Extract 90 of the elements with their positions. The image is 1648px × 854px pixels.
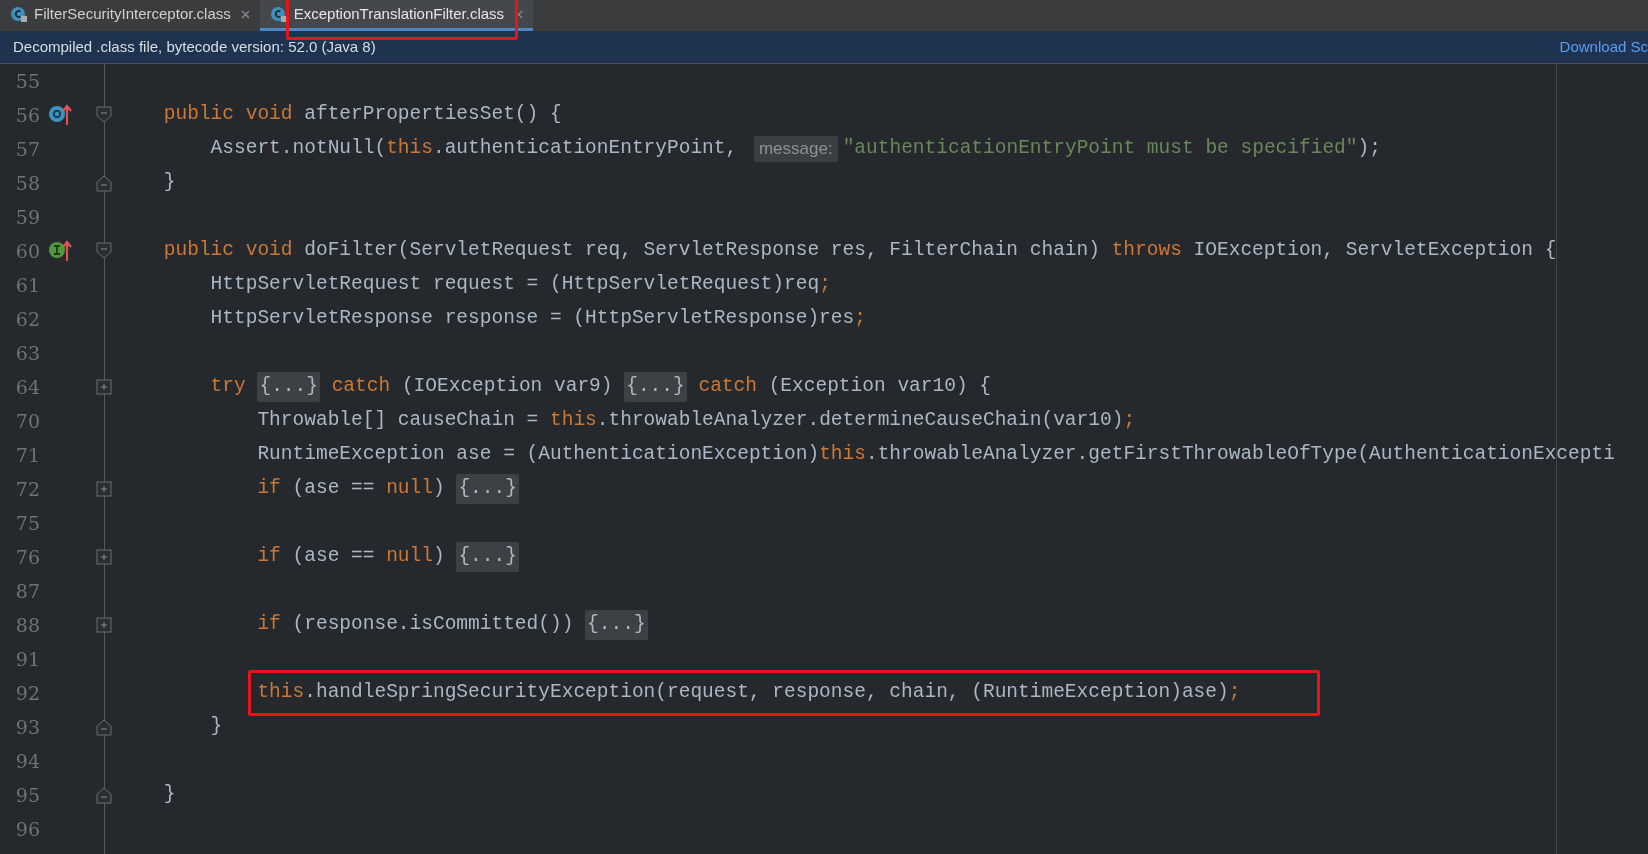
code-token: (response.isCommitted()): [292, 612, 575, 638]
line-number: 72: [14, 476, 40, 502]
folded-code[interactable]: {...}: [585, 610, 648, 640]
line-number: 95: [14, 782, 40, 808]
code-token: try: [209, 374, 247, 400]
code-token: (ase ==: [292, 476, 376, 502]
code-token: this: [256, 680, 305, 706]
code-token: catch: [330, 374, 392, 400]
close-icon[interactable]: [240, 9, 250, 19]
code-token: catch: [697, 374, 758, 400]
code-token: }: [162, 782, 176, 808]
parameter-hint: message:: [753, 136, 838, 162]
code-token: HttpServletResponse response = (HttpServletResponse)res: [209, 306, 855, 332]
code-token: }: [162, 170, 176, 196]
folded-code[interactable]: {...}: [624, 372, 687, 402]
fold-open-icon[interactable]: [96, 106, 112, 124]
download-link[interactable]: Download Sc: [1559, 35, 1648, 59]
code-token: );: [1357, 136, 1381, 162]
line-number: 96: [14, 816, 40, 842]
code-token: this: [819, 442, 866, 468]
code-token: ): [432, 544, 446, 570]
code-token: public void: [162, 238, 294, 264]
code-token: null: [386, 476, 433, 502]
line-number: 91: [14, 646, 40, 672]
line-number: 93: [14, 714, 40, 740]
line-number: 63: [14, 340, 40, 366]
editor-tab[interactable]: ExceptionTranslationFilter.class: [259, 0, 534, 31]
folded-code[interactable]: {...}: [257, 372, 320, 402]
fold-close-icon[interactable]: [96, 718, 112, 736]
expand-icon[interactable]: [96, 548, 112, 566]
code-token: .throwableAnalyzer.determineCauseChain(var10): [596, 408, 1124, 434]
code-token: IOException, ServletException {: [1193, 238, 1557, 264]
code-token: this: [550, 408, 597, 434]
code-token: .throwableAnalyzer.getFirstThrowableOfType(AuthenticationExcepti: [865, 442, 1615, 468]
line-number: 92: [14, 680, 40, 706]
line-number: 88: [14, 612, 40, 638]
class-file-icon: [10, 5, 28, 23]
code-token: ): [432, 476, 446, 502]
fold-close-icon[interactable]: [96, 786, 112, 804]
code-token: .authenticationEntryPoint,: [432, 136, 739, 162]
code-token: (ase ==: [292, 544, 376, 570]
line-number: 62: [14, 306, 40, 332]
implements-badge-icon[interactable]: [48, 239, 73, 263]
line-number: 59: [14, 204, 40, 230]
code-token: RuntimeException ase = (AuthenticationException): [256, 442, 820, 468]
line-number: 94: [14, 748, 40, 774]
code-token: "authenticationEntryPoint must be specified": [842, 136, 1358, 162]
line-number: 64: [14, 374, 40, 400]
line-number: 75: [14, 510, 40, 536]
fold-open-icon[interactable]: [96, 242, 112, 260]
code-token: }: [209, 714, 223, 740]
editor-tab[interactable]: FilterSecurityInterceptor.class: [0, 0, 260, 31]
code-token: Assert.notNull(: [209, 136, 387, 162]
expand-icon[interactable]: [96, 616, 112, 634]
line-number: 70: [14, 408, 40, 434]
code-token: ;: [1228, 680, 1241, 706]
code-token: if: [256, 544, 282, 570]
code-token: afterPropertiesSet() {: [304, 102, 562, 128]
code-token: doFilter(ServletRequest req, ServletResponse res, FilterChain chain): [304, 238, 1101, 264]
code-token: ;: [819, 272, 831, 298]
line-number: 57: [14, 136, 40, 162]
line-number: 61: [14, 272, 40, 298]
folded-code[interactable]: {...}: [456, 474, 519, 504]
code-token: if: [256, 476, 282, 502]
code-token: this: [386, 136, 433, 162]
code-token: Throwable[] causeChain =: [256, 408, 540, 434]
code-token: (Exception var10) {: [768, 374, 991, 400]
code-token: public void: [162, 102, 294, 128]
folded-code[interactable]: {...}: [456, 542, 519, 572]
override-badge-icon[interactable]: [48, 103, 73, 127]
code-token: ;: [854, 306, 866, 332]
expand-icon[interactable]: [96, 378, 112, 396]
line-number: 71: [14, 442, 40, 468]
line-number: 87: [14, 578, 40, 604]
line-number: 76: [14, 544, 40, 570]
expand-icon[interactable]: [96, 480, 112, 498]
code-token: .handleSpringSecurityException(request, response, chain, (RuntimeException)ase): [304, 680, 1229, 706]
code-token: HttpServletRequest request = (HttpServletRequest)req: [209, 272, 820, 298]
code-token: null: [386, 544, 433, 570]
line-number: 56: [14, 102, 40, 128]
banner-text: Decompiled .class file, bytecode version: 52.0 (Java 8): [13, 36, 376, 57]
code-token: (IOException var9): [401, 374, 614, 400]
code-token: ;: [1123, 408, 1136, 434]
line-number: 58: [14, 170, 40, 196]
line-number: 60: [14, 238, 40, 264]
code-token: if: [256, 612, 282, 638]
code-token: throws: [1111, 238, 1183, 264]
line-number: 55: [14, 68, 40, 94]
class-file-icon: [269, 5, 288, 23]
fold-close-icon[interactable]: [96, 174, 112, 192]
